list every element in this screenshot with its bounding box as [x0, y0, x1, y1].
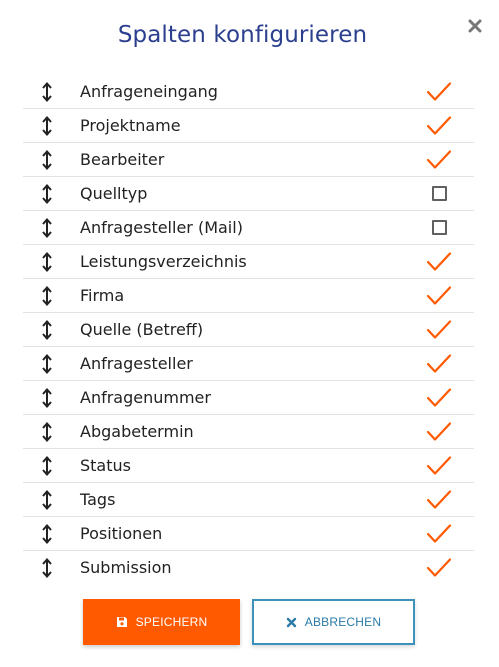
column-list: Anfrageneingang Projektname Bearbeiter Quel…	[23, 75, 474, 584]
column-label: Bearbeiter	[80, 150, 165, 169]
drag-handle-icon[interactable]	[40, 523, 54, 544]
save-button[interactable]: SPEICHERN	[83, 599, 240, 645]
column-row: Anfragenummer	[23, 381, 474, 415]
column-label: Firma	[80, 286, 125, 305]
checkmark-icon	[426, 557, 452, 577]
cancel-button-label: ABBRECHEN	[304, 615, 382, 629]
empty-checkbox-icon	[431, 220, 447, 235]
column-visibility-checkbox[interactable]	[426, 419, 452, 445]
floppy-disk-icon	[116, 616, 128, 628]
column-visibility-checkbox[interactable]	[426, 283, 452, 309]
x-icon	[286, 617, 297, 628]
checkmark-icon	[426, 81, 452, 101]
drag-handle-icon[interactable]	[40, 319, 54, 340]
column-row: Anfragesteller (Mail)	[23, 211, 474, 245]
column-visibility-checkbox[interactable]	[426, 521, 452, 547]
checkmark-icon	[426, 421, 452, 441]
checkmark-icon	[426, 319, 452, 339]
column-visibility-checkbox[interactable]	[426, 555, 452, 581]
drag-handle-icon[interactable]	[40, 183, 54, 204]
drag-handle-icon[interactable]	[40, 421, 54, 442]
column-label: Anfragesteller	[80, 354, 193, 373]
button-bar: SPEICHERN ABBRECHEN	[83, 599, 415, 645]
column-row: Firma	[23, 279, 474, 313]
column-visibility-checkbox[interactable]	[426, 215, 452, 241]
empty-checkbox-icon	[431, 186, 447, 201]
drag-handle-icon[interactable]	[40, 251, 54, 272]
configure-columns-dialog: Spalten konfigurieren Anfrageneingang Pro…	[0, 0, 499, 667]
column-visibility-checkbox[interactable]	[426, 351, 452, 377]
checkmark-icon	[426, 115, 452, 135]
save-button-label: SPEICHERN	[135, 615, 208, 629]
column-visibility-checkbox[interactable]	[426, 453, 452, 479]
column-row: Anfrageneingang	[23, 75, 474, 109]
column-visibility-checkbox[interactable]	[426, 147, 452, 173]
column-label: Projektname	[80, 116, 181, 135]
column-row: Tags	[23, 483, 474, 517]
checkmark-icon	[426, 353, 452, 373]
column-visibility-checkbox[interactable]	[426, 487, 452, 513]
cancel-button[interactable]: ABBRECHEN	[252, 599, 415, 645]
column-row: Quelltyp	[23, 177, 474, 211]
drag-handle-icon[interactable]	[40, 557, 54, 578]
checkmark-icon	[426, 149, 452, 169]
column-row: Submission	[23, 551, 474, 584]
column-visibility-checkbox[interactable]	[426, 79, 452, 105]
column-row: Positionen	[23, 517, 474, 551]
column-label: Anfragenummer	[80, 388, 211, 407]
column-row: Abgabetermin	[23, 415, 474, 449]
column-visibility-checkbox[interactable]	[426, 385, 452, 411]
column-row: Projektname	[23, 109, 474, 143]
drag-handle-icon[interactable]	[40, 285, 54, 306]
column-label: Abgabetermin	[80, 422, 194, 441]
checkmark-icon	[426, 455, 452, 475]
column-label: Anfragesteller (Mail)	[80, 218, 243, 237]
column-row: Status	[23, 449, 474, 483]
column-row: Leistungsverzeichnis	[23, 245, 474, 279]
column-label: Positionen	[80, 524, 163, 543]
column-visibility-checkbox[interactable]	[426, 249, 452, 275]
dialog-title: Spalten konfigurieren	[117, 22, 368, 48]
drag-handle-icon[interactable]	[40, 455, 54, 476]
column-visibility-checkbox[interactable]	[426, 317, 452, 343]
column-row: Quelle (Betreff)	[23, 313, 474, 347]
checkmark-icon	[426, 251, 452, 271]
column-label: Quelltyp	[80, 184, 148, 203]
drag-handle-icon[interactable]	[40, 353, 54, 374]
drag-handle-icon[interactable]	[40, 115, 54, 136]
column-row: Anfragesteller	[23, 347, 474, 381]
drag-handle-icon[interactable]	[40, 387, 54, 408]
column-label: Leistungsverzeichnis	[80, 252, 247, 271]
drag-handle-icon[interactable]	[40, 489, 54, 510]
column-label: Anfrageneingang	[80, 82, 218, 101]
column-visibility-checkbox[interactable]	[426, 113, 452, 139]
checkmark-icon	[426, 387, 452, 407]
column-visibility-checkbox[interactable]	[426, 181, 452, 207]
checkmark-icon	[426, 523, 452, 543]
column-label: Tags	[80, 490, 116, 509]
drag-handle-icon[interactable]	[40, 149, 54, 170]
column-label: Quelle (Betreff)	[80, 320, 204, 339]
column-label: Status	[80, 456, 131, 475]
checkmark-icon	[426, 489, 452, 509]
checkmark-icon	[426, 285, 452, 305]
drag-handle-icon[interactable]	[40, 217, 54, 238]
drag-handle-icon[interactable]	[40, 81, 54, 102]
column-label: Submission	[80, 558, 172, 577]
column-row: Bearbeiter	[23, 143, 474, 177]
